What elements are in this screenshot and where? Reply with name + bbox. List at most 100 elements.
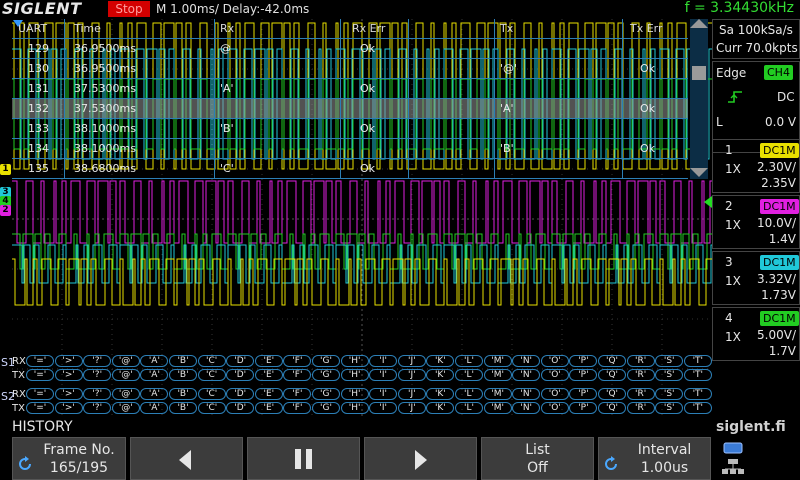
pause-button[interactable]: [247, 437, 360, 480]
bus-symbol: 'G': [312, 369, 340, 381]
pause-icon: [295, 449, 312, 469]
interval-value: 1.00us: [640, 460, 689, 476]
bus-symbol: 'K': [426, 355, 455, 367]
channel-1-box[interactable]: 1 DC1M 1X 2.30V/2.35V: [712, 139, 800, 193]
trigger-position-icon: [13, 20, 23, 27]
channel-offset: 1.7V: [768, 344, 796, 358]
bus-symbol: 'L': [455, 355, 483, 367]
row-time: 37.5300ms: [74, 102, 136, 115]
col-divider: [340, 19, 341, 179]
bus-symbol: 'E': [254, 388, 283, 400]
bus-symbol: 'S': [655, 355, 684, 367]
decode-table-row[interactable]: 129 36.9500ms @ Ok: [12, 39, 688, 59]
col-time: Time: [74, 22, 101, 35]
bus-symbol: 'I': [369, 402, 398, 414]
bus-symbol: '?': [83, 402, 112, 414]
acquisition-box[interactable]: Sa 100kSa/s Curr 70.0kpts: [712, 19, 800, 59]
bus-symbol: 'T': [683, 369, 712, 381]
interval-label: Interval: [637, 442, 692, 458]
bus-symbol: '?': [83, 369, 112, 381]
decode-scrollbar[interactable]: [690, 19, 708, 179]
bus-symbol: 'J': [397, 388, 426, 400]
decode-table-row[interactable]: 133 38.1000ms 'B' Ok: [12, 119, 688, 139]
bus-symbol: 'M': [483, 388, 512, 400]
siglent-logo: SIGLENT: [2, 0, 82, 18]
bus-symbol: 'E': [254, 355, 283, 367]
bus-symbol: 'Q': [598, 402, 626, 414]
row-tx-err: [638, 119, 640, 139]
bus-s1-marker: S1: [1, 356, 15, 369]
bus-symbol: 'B': [169, 355, 197, 367]
network-icon: [722, 442, 744, 474]
bus-symbol: 'S': [655, 369, 684, 381]
bus-symbol: 'N': [512, 388, 541, 400]
trigger-level-icon[interactable]: [704, 196, 712, 208]
bus-symbol: 'H': [340, 369, 369, 381]
bus-symbol: 'N': [512, 369, 541, 381]
bus-symbol: '=': [26, 402, 54, 414]
channel-4-box[interactable]: 4 DC1M 1X 5.00V/1.7V: [712, 307, 800, 361]
channel-coupling: DC1M: [760, 143, 799, 158]
decode-table-row[interactable]: 132 37.5300ms 'A' Ok: [12, 99, 688, 119]
scroll-up-icon[interactable]: [690, 19, 708, 28]
decode-table[interactable]: UART Time Rx Rx Err Tx Tx Err 129 36.9500…: [12, 19, 688, 179]
bus-symbol: 'M': [483, 355, 512, 367]
decode-table-row[interactable]: 131 37.5300ms 'A' Ok: [12, 79, 688, 99]
row-rx: 'B': [220, 122, 234, 135]
bus-symbol: 'P': [569, 402, 598, 414]
bus-symbol: 'P': [569, 388, 598, 400]
bus-symbol: 'G': [312, 402, 340, 414]
scroll-down-icon[interactable]: [690, 168, 708, 177]
right-status-panel: Sa 100kSa/s Curr 70.0kpts Edge CH4 DC L …: [712, 19, 800, 415]
channel-offset: 2.35V: [761, 176, 796, 190]
decode-table-row[interactable]: 134 38.1000ms 'B' Ok: [12, 139, 688, 159]
decode-table-row[interactable]: 130 36.9500ms '@' Ok: [12, 59, 688, 79]
ch2-marker[interactable]: 2: [0, 205, 11, 216]
bus-symbol: 'S': [655, 388, 684, 400]
bus-symbol: 'N': [512, 355, 541, 367]
frame-no-button[interactable]: Frame No. 165/195: [12, 437, 126, 480]
row-rx: [218, 139, 220, 159]
bus-symbol: 'A': [140, 355, 169, 367]
bus-symbol: '?': [83, 355, 112, 367]
rising-edge-icon: [728, 91, 742, 103]
ch1-marker[interactable]: 1: [0, 164, 11, 175]
trigger-coupling: DC: [777, 90, 795, 104]
next-frame-button[interactable]: [364, 437, 477, 480]
bus-symbol: 'H': [340, 355, 369, 367]
row-time: 38.6800ms: [74, 162, 136, 175]
decode-table-row[interactable]: 135 38.6800ms 'C' Ok: [12, 159, 688, 179]
bus-symbol: 'C': [197, 388, 226, 400]
interval-button[interactable]: Interval 1.00us: [598, 437, 711, 480]
bus-symbol: '@': [111, 369, 140, 381]
bus-symbol: 'G': [312, 388, 340, 400]
col-rx: Rx: [220, 22, 235, 35]
bus-symbol: 'L': [455, 369, 483, 381]
bus-symbol: 'D': [226, 402, 255, 414]
row-rx: 'C': [220, 162, 234, 175]
frequency-readout: f = 3.34430kHz: [684, 0, 794, 16]
channel-3-box[interactable]: 3 DC1M 1X 3.32V/1.73V: [712, 251, 800, 305]
bus-symbol: 'C': [197, 369, 226, 381]
scroll-thumb[interactable]: [692, 66, 706, 80]
bus-symbol: 'L': [455, 402, 483, 414]
trigger-level-label: L: [716, 115, 723, 129]
row-rx-err: [358, 99, 360, 119]
channel-probe: 1X: [725, 218, 741, 232]
bus-symbol: 'B': [169, 369, 197, 381]
channel-coupling: DC1M: [760, 199, 799, 214]
prev-frame-button[interactable]: [130, 437, 243, 480]
channel-2-box[interactable]: 2 DC1M 1X 10.0V/1.4V: [712, 195, 800, 249]
run-state-badge[interactable]: Stop: [108, 1, 150, 17]
list-button[interactable]: List Off: [481, 437, 594, 480]
row-time: 36.9500ms: [74, 42, 136, 55]
top-bar: SIGLENT Stop M 1.00ms/ Delay:-42.0ms f =…: [0, 0, 800, 19]
row-tx: '@': [500, 62, 518, 75]
bus-symbol: '@': [111, 402, 140, 414]
bus-symbol: 'Q': [598, 369, 626, 381]
col-divider: [64, 19, 65, 179]
memory-depth: Curr 70.0kpts: [716, 41, 798, 55]
mode-label: HISTORY: [12, 419, 73, 435]
row-rx-err: Ok: [360, 42, 376, 55]
timebase-readout[interactable]: M 1.00ms/ Delay:-42.0ms: [156, 2, 309, 16]
